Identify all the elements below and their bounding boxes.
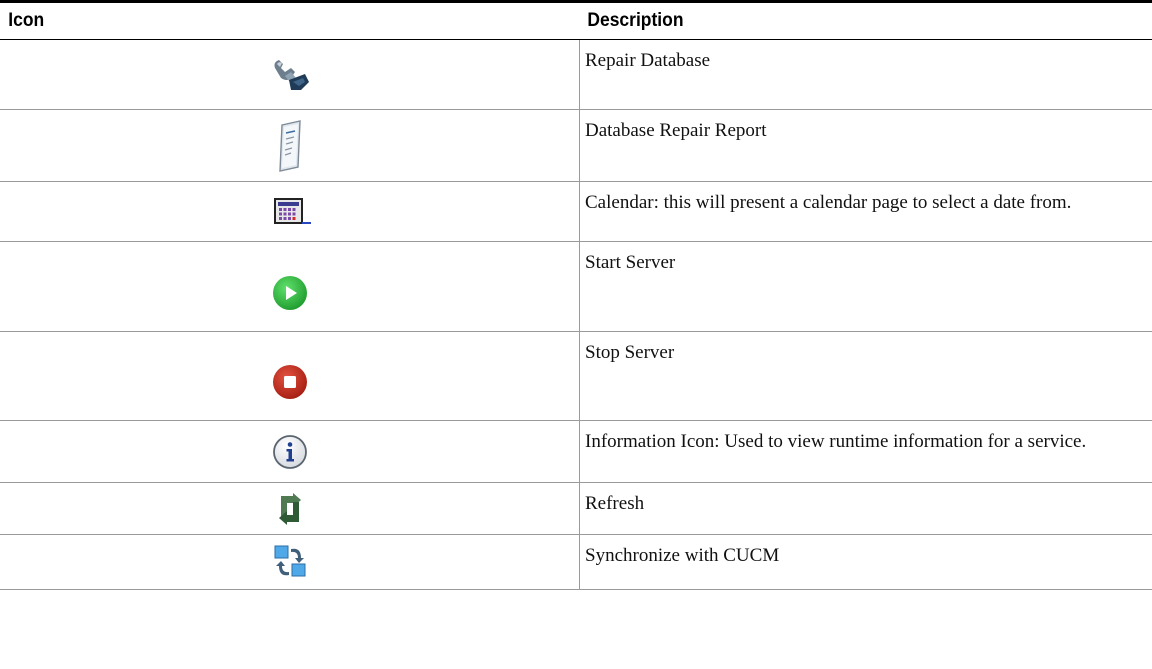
calendar-icon: [273, 197, 311, 224]
icon-cell: [0, 421, 580, 482]
description-cell: Start Server: [585, 252, 676, 273]
refresh-icon: [278, 492, 301, 525]
table-header: Icon Description: [0, 3, 1152, 40]
icon-cell: [0, 182, 580, 241]
table-row: Calendar: this will present a calendar p…: [0, 182, 1152, 242]
icon-cell: [0, 483, 580, 534]
table-row: Stop Server: [0, 332, 1152, 421]
header-icon-column: Icon: [8, 10, 45, 31]
description-cell: Calendar: this will present a calendar p…: [585, 192, 1072, 213]
table-row: Repair Database: [0, 40, 1152, 110]
start-server-icon: [272, 275, 307, 310]
information-icon: [272, 434, 307, 469]
table-row: Database Repair Report: [0, 110, 1152, 182]
description-cell: Stop Server: [585, 342, 675, 363]
stop-server-icon: [272, 365, 307, 399]
icon-cell: [0, 332, 580, 420]
icon-cell: [0, 242, 580, 331]
icon-cell: [0, 40, 580, 109]
table-row: Start Server: [0, 242, 1152, 332]
table-row: Refresh: [0, 483, 1152, 535]
database-repair-report-icon: [278, 119, 301, 172]
description-cell: Database Repair Report: [585, 120, 767, 141]
icon-cell: [0, 110, 580, 181]
icon-cell: [0, 535, 580, 589]
icon-description-table: Icon Description Repair Database Databas…: [0, 0, 1152, 590]
table-row: Synchronize with CUCM: [0, 535, 1152, 590]
description-cell: Refresh: [585, 493, 645, 514]
synchronize-icon: [274, 545, 305, 577]
repair-database-icon: [274, 59, 309, 90]
description-cell: Synchronize with CUCM: [585, 545, 780, 566]
description-cell: Repair Database: [585, 50, 711, 71]
header-description-column: Description: [587, 10, 684, 31]
description-cell: Information Icon: Used to view runtime i…: [585, 431, 1087, 452]
table-row: Information Icon: Used to view runtime i…: [0, 421, 1152, 483]
